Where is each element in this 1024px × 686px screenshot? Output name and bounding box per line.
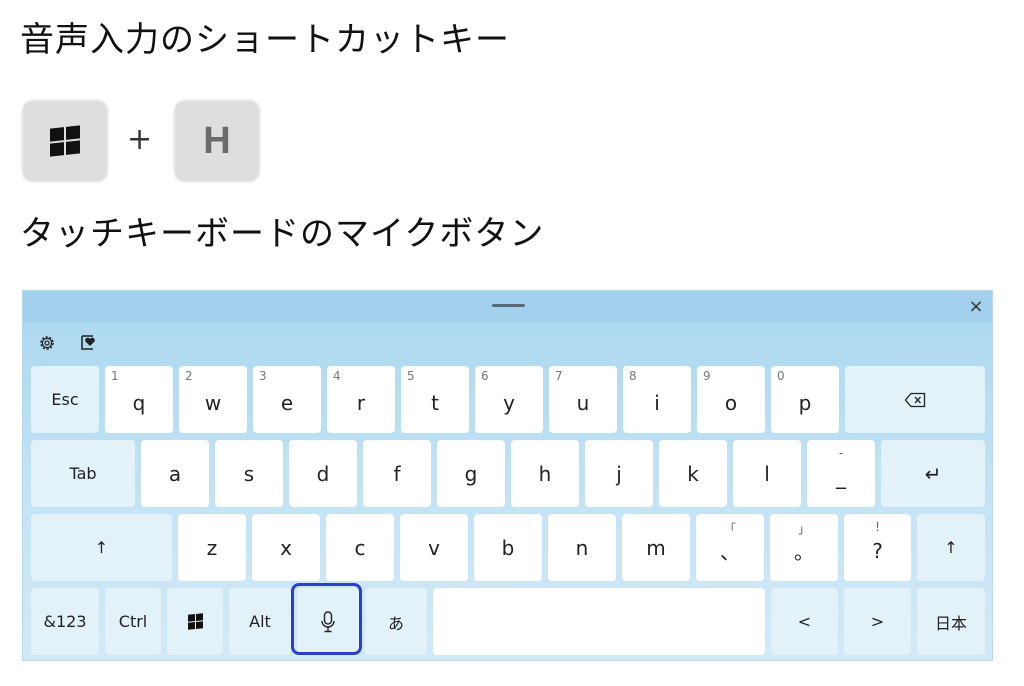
backspace-icon — [904, 392, 926, 407]
enter-key[interactable]: ↵ — [881, 440, 985, 507]
space-key[interactable] — [433, 588, 765, 655]
key-a[interactable]: a — [141, 440, 209, 507]
key-n[interactable]: n — [548, 514, 616, 581]
key-j[interactable]: j — [585, 440, 653, 507]
key-m[interactable]: m — [622, 514, 690, 581]
close-icon[interactable]: × — [966, 297, 986, 317]
touch-keyboard: × Esc 1q 2w 3e 4r 5t 6y 7u 8i 9o 0p Tab … — [22, 290, 993, 661]
key-o[interactable]: 9o — [697, 366, 765, 433]
key-t[interactable]: 5t — [401, 366, 469, 433]
windows-logo-icon — [187, 613, 203, 630]
key-k[interactable]: k — [659, 440, 727, 507]
key-v[interactable]: v — [400, 514, 468, 581]
backspace-key[interactable] — [845, 366, 985, 433]
esc-key[interactable]: Esc — [31, 366, 99, 433]
drag-handle[interactable] — [492, 304, 525, 307]
touch-mic-heading: タッチキーボードのマイクボタン — [20, 214, 545, 254]
key-x[interactable]: x — [252, 514, 320, 581]
key-s[interactable]: s — [215, 440, 283, 507]
key-p[interactable]: 0p — [771, 366, 839, 433]
shortcut-heading: 音声入力のショートカットキー — [20, 20, 510, 60]
tab-key[interactable]: Tab — [31, 440, 135, 507]
windows-key — [23, 101, 107, 181]
key-period[interactable]: 」。 — [770, 514, 838, 581]
key-c[interactable]: c — [326, 514, 394, 581]
num-sym-key[interactable]: &123 — [31, 588, 99, 655]
windows-key-touch[interactable] — [167, 588, 223, 655]
key-i[interactable]: 8i — [623, 366, 691, 433]
key-e[interactable]: 3e — [253, 366, 321, 433]
clipboard-heart-icon[interactable] — [79, 333, 99, 353]
right-arrow-key[interactable]: > — [844, 588, 911, 655]
gear-icon[interactable] — [37, 333, 57, 353]
keyboard-titlebar[interactable]: × — [23, 291, 992, 323]
windows-logo-icon — [50, 125, 80, 157]
key-r[interactable]: 4r — [327, 366, 395, 433]
language-key[interactable]: 日本 — [917, 588, 985, 655]
h-key: H — [175, 101, 259, 181]
alt-key[interactable]: Alt — [229, 588, 291, 655]
key-f[interactable]: f — [363, 440, 431, 507]
shift-left-key[interactable]: ↑ — [31, 514, 172, 581]
key-q[interactable]: 1q — [105, 366, 173, 433]
shift-right-key[interactable]: ↑ — [917, 514, 985, 581]
key-g[interactable]: g — [437, 440, 505, 507]
kana-key[interactable]: あ — [365, 588, 427, 655]
key-b[interactable]: b — [474, 514, 542, 581]
left-arrow-key[interactable]: < — [771, 588, 838, 655]
ctrl-key[interactable]: Ctrl — [105, 588, 161, 655]
key-h[interactable]: h — [511, 440, 579, 507]
key-d[interactable]: d — [289, 440, 357, 507]
key-u[interactable]: 7u — [549, 366, 617, 433]
key-y[interactable]: 6y — [475, 366, 543, 433]
key-comma[interactable]: 「、 — [696, 514, 764, 581]
key-l[interactable]: l — [733, 440, 801, 507]
plus-sign: + — [127, 122, 153, 157]
mic-highlight — [291, 583, 362, 655]
key-z[interactable]: z — [178, 514, 246, 581]
key-question[interactable]: !? — [844, 514, 911, 581]
key-dash[interactable]: - _ — [807, 440, 875, 507]
key-w[interactable]: 2w — [179, 366, 247, 433]
